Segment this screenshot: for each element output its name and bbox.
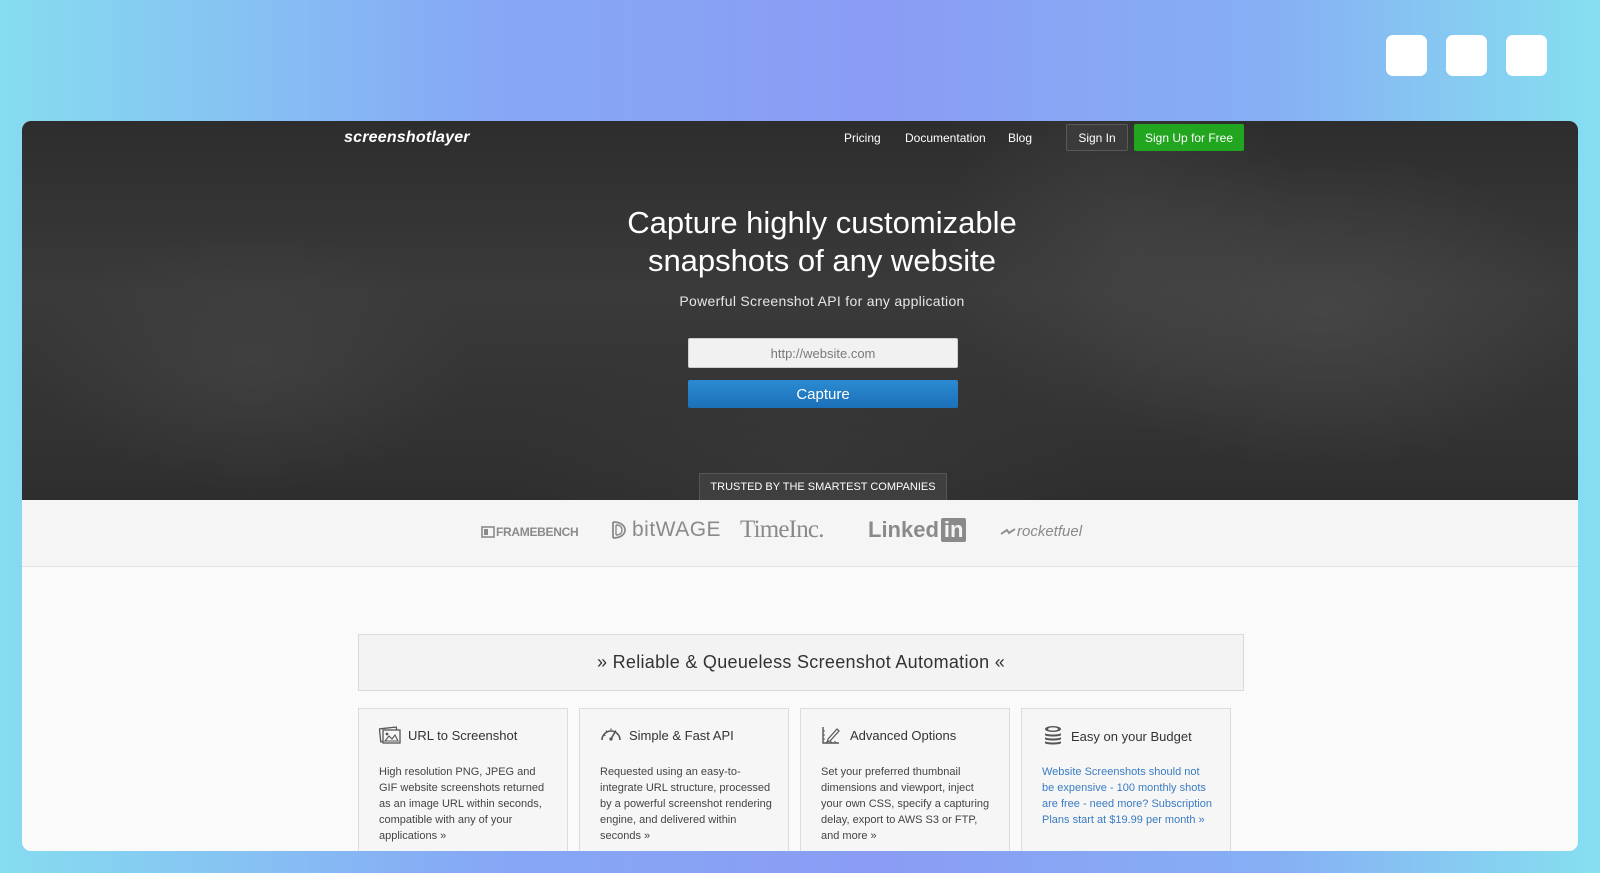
linkedin-logo: Linked in [868,517,967,543]
screenshot-icon [379,726,401,744]
feature-card-title-text: URL to Screenshot [408,727,518,743]
hero-title: Capture highly customizable snapshots of… [522,204,1122,280]
framebench-text: FRAMEBENCH [496,525,579,539]
linkedin-text: Linked [868,517,939,542]
feature-card-url-to-screenshot: URL to Screenshot High resolution PNG, J… [358,708,568,851]
framebench-icon [481,526,495,538]
feature-card-advanced-options: Advanced Options Set your preferred thum… [800,708,1010,851]
feature-card-text[interactable]: High resolution PNG, JPEG and GIF websit… [379,764,551,844]
feature-card-title-text: Advanced Options [850,727,957,743]
feature-card-text[interactable]: Website Screenshots should not be expens… [1042,764,1214,828]
linkedin-in-box: in [940,518,967,542]
hero-subtitle: Powerful Screenshot API for any applicat… [679,293,965,309]
rocketfuel-icon [1000,527,1016,535]
feature-card-title: Easy on your Budget [1042,725,1192,747]
features-heading: » Reliable & Queueless Screenshot Automa… [358,634,1244,691]
feature-card-easy-on-budget: Easy on your Budget Website Screenshots … [1021,708,1231,851]
feature-card-text[interactable]: Requested using an easy-to-integrate URL… [600,764,772,844]
bitwage-text: bitWAGE [632,518,722,541]
hero-title-line-2: snapshots of any website [647,243,997,278]
timeinc-logo: TimeInc. [740,516,824,544]
rocketfuel-text: rocketfuel [1017,523,1083,540]
framebench-logo: FRAMEBENCH [481,525,579,539]
window-button-3[interactable] [1506,35,1547,76]
feature-card-text[interactable]: Set your preferred thumbnail dimensions … [821,764,993,844]
bitwage-icon [612,521,626,539]
bitwage-logo: bitWAGE [609,518,721,542]
nav-documentation[interactable]: Documentation [905,131,986,145]
trusted-by-label: TRUSTED BY THE SMARTEST COMPANIES [699,473,947,500]
feature-card-title-text: Simple & Fast API [629,727,734,743]
sign-up-button[interactable]: Sign Up for Free [1134,124,1244,151]
site-logo[interactable]: screenshotlayer [344,129,470,147]
timeinc-text: TimeInc. [740,516,824,543]
feature-card-title: Advanced Options [821,725,956,745]
nav-pricing[interactable]: Pricing [844,131,881,145]
rocketfuel-logo: rocketfuel [1000,523,1082,540]
browser-viewport: screenshotlayer Pricing Documentation Bl… [22,121,1578,851]
coins-icon [1045,726,1061,745]
window-button-1[interactable] [1386,35,1427,76]
window-button-2[interactable] [1446,35,1487,76]
feature-card-title-text: Easy on your Budget [1071,728,1192,744]
capture-button[interactable]: Capture [688,380,958,408]
feature-card-title: Simple & Fast API [600,725,734,745]
nav-blog[interactable]: Blog [1008,131,1032,145]
sign-in-button[interactable]: Sign In [1066,124,1128,151]
hero-title-line-1: Capture highly customizable [627,205,1017,240]
url-input[interactable] [688,338,958,368]
feature-card-simple-fast-api: Simple & Fast API Requested using an eas… [579,708,789,851]
feature-card-title: URL to Screenshot [379,725,517,745]
ruler-pencil-icon [822,727,840,744]
speedometer-icon [601,728,621,741]
hero-section: screenshotlayer Pricing Documentation Bl… [22,121,1578,500]
customer-logos-bar: FRAMEBENCH bitWAGE TimeInc. Linked in ro… [22,500,1578,567]
